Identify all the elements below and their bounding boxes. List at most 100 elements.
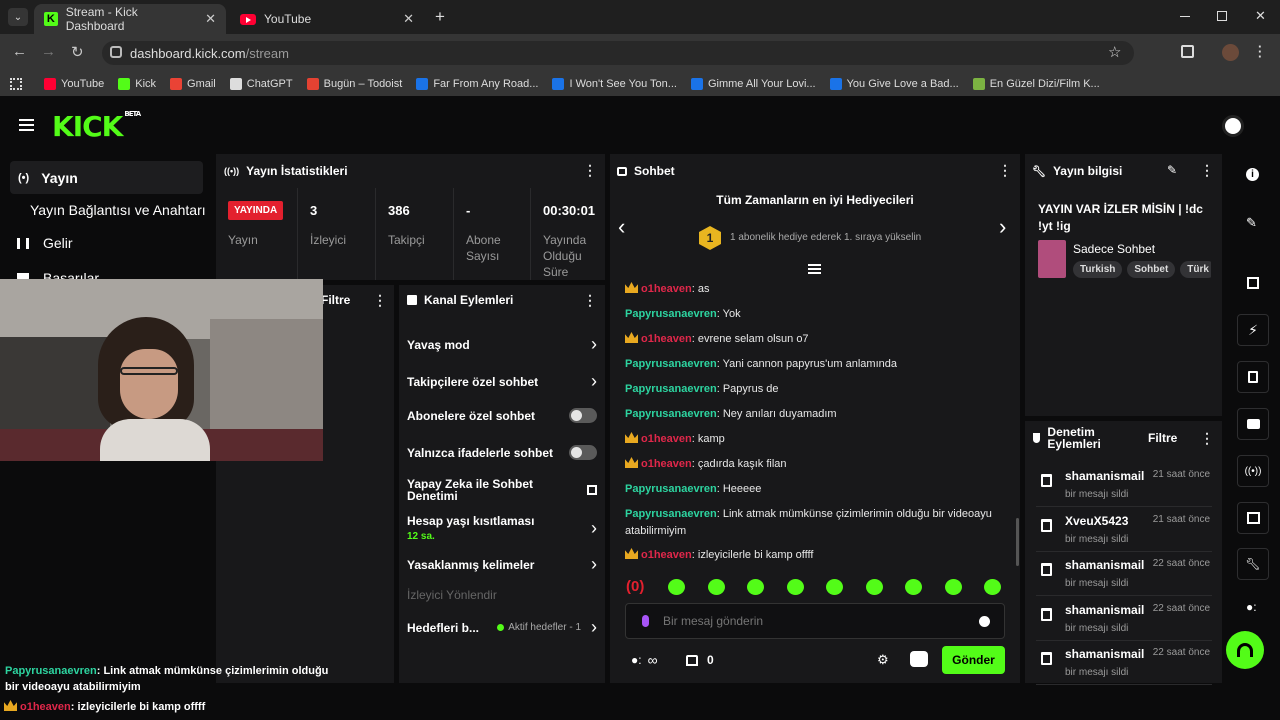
goals-item[interactable]: Hedefleri b... Aktif hedefler - 1 ›	[407, 617, 597, 638]
bookmark-item[interactable]: Gimme All Your Lovi...	[690, 78, 816, 90]
close-window-icon[interactable]: ✕	[1255, 8, 1266, 24]
mod-username[interactable]: XveuX5423	[1065, 514, 1128, 528]
info-icon[interactable]: i	[1246, 168, 1259, 181]
mod-actions-menu-icon[interactable]: ⋮	[1200, 430, 1214, 447]
mod-username[interactable]: shamanismail	[1065, 603, 1144, 617]
mod-filter-button[interactable]: Filtre	[1148, 431, 1177, 445]
tag[interactable]: Sohbet	[1127, 261, 1176, 278]
mod-username[interactable]: shamanismail	[1065, 558, 1144, 572]
kick-logo[interactable]: KICK BETA	[52, 110, 141, 143]
notes-button[interactable]	[1237, 361, 1269, 393]
followers-only-item[interactable]: Takipçilere özel sohbet ›	[407, 371, 597, 392]
sidebar-item-stream-key[interactable]: Yayın Bağlantısı ve Anahtarı	[30, 202, 206, 218]
tab-youtube[interactable]: YouTube ✕	[230, 4, 424, 34]
emote-icon[interactable]	[747, 579, 764, 595]
bookmark-item[interactable]: En Güzel Dizi/Film K...	[972, 78, 1100, 90]
message-field[interactable]	[663, 614, 963, 628]
ai-moderation-item[interactable]: Yapay Zeka ile Sohbet Denetimi	[407, 478, 597, 502]
account-age-item[interactable]: Hesap yaşı kısıtlaması 12 sa. ›	[407, 514, 597, 542]
back-icon[interactable]: ←	[12, 43, 27, 60]
close-tab-icon[interactable]: ✕	[403, 11, 414, 27]
apps-grid-icon[interactable]	[10, 78, 22, 90]
chat-username[interactable]: o1heaven	[641, 549, 692, 561]
tag[interactable]: Türk	[1180, 261, 1211, 278]
site-info-icon[interactable]	[110, 46, 122, 58]
emote-picker-icon[interactable]	[910, 651, 928, 667]
quick-actions-button[interactable]: ⚡︎	[1237, 314, 1269, 346]
layout-button[interactable]	[1237, 502, 1269, 534]
gifters-next-icon[interactable]: ›	[999, 214, 1006, 240]
points-display[interactable]: ●: ∞	[631, 652, 658, 668]
address-bar[interactable]: dashboard.kick.com/stream	[102, 41, 1134, 65]
sidebar-item-gelir[interactable]: Gelir	[17, 235, 73, 251]
extensions-icon[interactable]	[1181, 45, 1194, 58]
stats-menu-icon[interactable]: ⋮	[583, 162, 597, 179]
bookmark-item[interactable]: YouTube	[44, 78, 104, 90]
chat-username[interactable]: Papyrusanaevren	[625, 308, 717, 320]
gifters-prev-icon[interactable]: ‹	[618, 214, 625, 240]
bookmark-item[interactable]: Bugün – Todoist	[306, 78, 402, 90]
chat-settings-icon[interactable]: ⚙	[877, 652, 889, 668]
channel-actions-menu-icon[interactable]: ⋮	[583, 292, 597, 309]
chat-username[interactable]: o1heaven	[641, 458, 692, 470]
tab-kick-dashboard[interactable]: K Stream - Kick Dashboard ✕	[34, 4, 226, 34]
emote-icon[interactable]	[944, 579, 962, 595]
support-button[interactable]	[1226, 631, 1264, 669]
bookmark-item[interactable]: I Won't See You Ton...	[552, 78, 677, 90]
capture-icon[interactable]	[1247, 277, 1259, 289]
emote-zero[interactable]: (0)	[626, 578, 644, 595]
stream-info-menu-icon[interactable]: ⋮	[1200, 162, 1214, 179]
broadcast-button[interactable]: ((•))	[1237, 455, 1269, 487]
mod-username[interactable]: shamanismail	[1065, 469, 1144, 483]
maximize-icon[interactable]	[1217, 11, 1227, 21]
bookmark-item[interactable]: You Give Love a Bad...	[829, 78, 959, 90]
collapse-icon[interactable]	[808, 264, 821, 274]
bookmark-item[interactable]: ChatGPT	[229, 78, 293, 90]
chest-display[interactable]: 0	[686, 653, 714, 667]
pencil-icon[interactable]: ✎	[1246, 215, 1257, 231]
bookmark-item[interactable]: Kick	[118, 78, 156, 90]
chat-username[interactable]: Papyrusanaevren	[625, 358, 717, 370]
close-tab-icon[interactable]: ✕	[205, 11, 216, 27]
edit-icon[interactable]: ✎	[1167, 163, 1177, 177]
chat-username[interactable]: Papyrusanaevren	[625, 483, 717, 495]
chat-username[interactable]: Papyrusanaevren	[625, 508, 717, 520]
profile-avatar[interactable]	[1222, 44, 1239, 61]
slow-mode-item[interactable]: Yavaş mod ›	[407, 334, 597, 355]
hamburger-menu-icon[interactable]	[19, 119, 34, 131]
bookmark-item[interactable]: Far From Any Road...	[416, 78, 538, 90]
bookmark-item[interactable]: Gmail	[170, 78, 216, 90]
emote-icon[interactable]	[865, 579, 883, 595]
tools-button[interactable]: 🔧︎	[1237, 548, 1269, 580]
user-avatar[interactable]	[1222, 115, 1244, 137]
emote-only-toggle[interactable]	[569, 445, 597, 460]
chat-username[interactable]: Papyrusanaevren	[625, 408, 717, 420]
chat-username[interactable]: o1heaven	[641, 283, 692, 295]
chat-username[interactable]: Papyrusanaevren	[625, 383, 717, 395]
chat-username[interactable]: o1heaven	[641, 433, 692, 445]
sidebar-item-yayin[interactable]: (•) Yayın	[10, 161, 203, 194]
category-thumbnail[interactable]	[1038, 240, 1066, 278]
category-name[interactable]: Sadece Sohbet	[1073, 242, 1155, 256]
emote-icon[interactable]	[668, 579, 685, 595]
forward-icon[interactable]: →	[41, 43, 56, 60]
minimize-icon[interactable]	[1180, 16, 1190, 17]
send-button[interactable]: Gönder	[942, 646, 1005, 674]
chat-scrollbar[interactable]	[1016, 518, 1019, 566]
tab-list-button[interactable]: ⌄	[8, 8, 28, 26]
subscribers-only-toggle[interactable]	[569, 408, 597, 423]
banned-words-item[interactable]: Yasaklanmış kelimeler ›	[407, 554, 597, 575]
share-icon[interactable]: ●:	[1246, 600, 1257, 614]
chat-menu-icon[interactable]: ⋮	[998, 162, 1012, 179]
browser-menu-icon[interactable]: · · ·	[1258, 40, 1262, 63]
emote-icon[interactable]	[707, 579, 725, 595]
chat-username[interactable]: o1heaven	[641, 333, 692, 345]
reload-icon[interactable]: ↻	[71, 43, 84, 61]
microphone-icon[interactable]	[642, 615, 649, 627]
emoji-icon[interactable]	[979, 615, 990, 627]
chat-input[interactable]	[625, 603, 1005, 639]
emote-icon[interactable]	[826, 579, 843, 595]
bookmark-star-icon[interactable]: ☆	[1108, 43, 1121, 61]
emote-icon[interactable]	[905, 579, 922, 595]
mod-username[interactable]: shamanismail	[1065, 647, 1144, 661]
